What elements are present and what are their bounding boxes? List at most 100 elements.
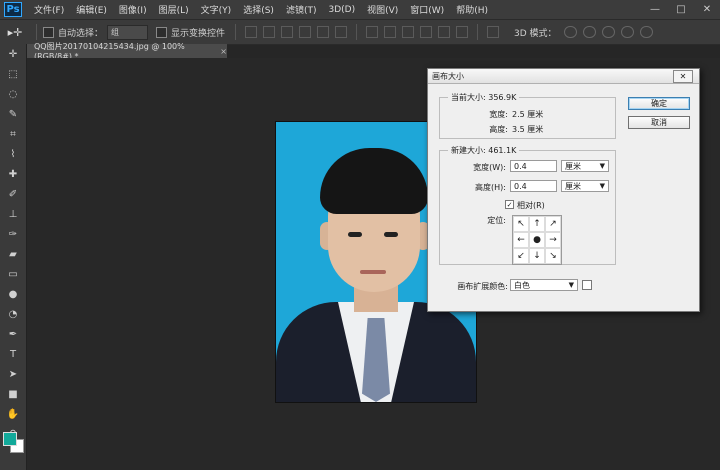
align-left-icon[interactable] xyxy=(299,26,312,38)
menu-filter[interactable]: 滤镜(T) xyxy=(280,3,323,16)
anchor-top-left[interactable]: ↖ xyxy=(513,216,529,232)
hand-tool-icon[interactable]: ✋ xyxy=(0,404,26,424)
auto-select-dropdown[interactable]: 组 xyxy=(107,24,149,40)
quick-select-tool-icon[interactable]: ✎ xyxy=(0,104,26,124)
lasso-tool-icon[interactable]: ◌ xyxy=(0,84,26,104)
canvas-size-dialog: 画布大小 ✕ 确定 取消 当前大小: 356.9K 宽度: 2.5 厘米 高度:… xyxy=(427,68,700,312)
new-size-label: 新建大小: 461.1K xyxy=(448,145,520,156)
width-unit-select[interactable]: 厘米 ▼ xyxy=(561,160,609,172)
menu-select[interactable]: 选择(S) xyxy=(237,3,280,16)
height-unit-value: 厘米 xyxy=(565,181,581,191)
align-hcenter-icon[interactable] xyxy=(317,26,330,38)
healing-brush-tool-icon[interactable]: ✚ xyxy=(0,164,26,184)
divider xyxy=(356,24,358,40)
distribute-bottom-icon[interactable] xyxy=(402,26,415,38)
auto-align-icon[interactable] xyxy=(487,26,500,38)
extension-color-select[interactable]: 白色 ▼ xyxy=(510,279,578,291)
current-height-label: 高度: xyxy=(489,125,508,134)
eraser-tool-icon[interactable]: ▰ xyxy=(0,244,26,264)
tools-panel: ✛ ⬚ ◌ ✎ ⌗ ⌇ ✚ ✐ ⊥ ✑ ▰ ▭ ● ◔ ✒ T ➤ ■ ✋ ⚲ xyxy=(0,44,27,470)
type-tool-icon[interactable]: T xyxy=(0,344,26,364)
cancel-button[interactable]: 取消 xyxy=(628,116,690,129)
distribute-top-icon[interactable] xyxy=(366,26,379,38)
menu-bar: Ps 文件(F) 编辑(E) 图像(I) 图层(L) 文字(Y) 选择(S) 滤… xyxy=(0,0,720,19)
width-input[interactable]: 0.4 xyxy=(510,160,557,172)
align-bottom-icon[interactable] xyxy=(281,26,294,38)
distribute-vcenter-icon[interactable] xyxy=(384,26,397,38)
photo-hair xyxy=(320,148,428,214)
3d-pan-icon[interactable] xyxy=(601,26,615,38)
divider xyxy=(235,24,237,40)
minimize-button[interactable]: — xyxy=(642,0,668,19)
menu-view[interactable]: 视图(V) xyxy=(361,3,404,16)
chevron-down-icon: ▼ xyxy=(599,162,605,170)
close-button[interactable]: ✕ xyxy=(694,0,720,19)
auto-select-checkbox[interactable] xyxy=(43,26,54,38)
brush-tool-icon[interactable]: ✐ xyxy=(0,184,26,204)
foreground-color-swatch[interactable] xyxy=(3,432,17,446)
distribute-right-icon[interactable] xyxy=(456,26,469,38)
anchor-right[interactable]: → xyxy=(545,232,561,248)
anchor-bottom[interactable]: ↓ xyxy=(529,248,545,264)
new-height-label: 高度(H): xyxy=(475,183,506,192)
dialog-close-button[interactable]: ✕ xyxy=(673,70,693,83)
divider xyxy=(477,24,479,40)
height-input[interactable]: 0.4 xyxy=(510,180,557,192)
document-tab[interactable]: QQ图片20170104215434.jpg @ 100%(RGB/8#) * … xyxy=(27,42,227,61)
extension-color-value: 白色 xyxy=(514,280,530,290)
current-height-value: 3.5 厘米 xyxy=(512,125,544,134)
dialog-title-bar[interactable]: 画布大小 ✕ xyxy=(428,69,699,84)
path-select-tool-icon[interactable]: ➤ xyxy=(0,364,26,384)
move-tool-icon[interactable]: ✛ xyxy=(0,44,26,64)
gradient-tool-icon[interactable]: ▭ xyxy=(0,264,26,284)
maximize-button[interactable]: □ xyxy=(668,0,694,19)
anchor-top[interactable]: ↑ xyxy=(529,216,545,232)
anchor-bottom-left[interactable]: ↙ xyxy=(513,248,529,264)
3d-rotate-icon[interactable] xyxy=(563,26,577,38)
show-transform-checkbox[interactable] xyxy=(156,26,168,38)
clone-stamp-tool-icon[interactable]: ⊥ xyxy=(0,204,26,224)
eyedropper-tool-icon[interactable]: ⌇ xyxy=(0,144,26,164)
photo-mouth xyxy=(360,270,386,274)
distribute-left-icon[interactable] xyxy=(420,26,433,38)
align-top-icon[interactable] xyxy=(245,26,258,38)
menu-edit[interactable]: 编辑(E) xyxy=(70,3,113,16)
pen-tool-icon[interactable]: ✒ xyxy=(0,324,26,344)
current-size-label: 当前大小: 356.9K xyxy=(448,92,520,103)
menu-type[interactable]: 文字(Y) xyxy=(195,3,238,16)
relative-checkbox[interactable]: ✓ xyxy=(505,200,514,209)
marquee-tool-icon[interactable]: ⬚ xyxy=(0,64,26,84)
menu-3d[interactable]: 3D(D) xyxy=(322,5,361,15)
photo-eye xyxy=(348,232,362,237)
distribute-hcenter-icon[interactable] xyxy=(438,26,451,38)
anchor-left[interactable]: ← xyxy=(513,232,529,248)
close-tab-icon[interactable]: × xyxy=(220,47,227,56)
photoshop-logo: Ps xyxy=(4,2,22,17)
menu-window[interactable]: 窗口(W) xyxy=(404,3,450,16)
move-tool-preset-icon[interactable]: ▸✛ xyxy=(0,26,30,39)
blur-tool-icon[interactable]: ● xyxy=(0,284,26,304)
dialog-title: 画布大小 xyxy=(432,71,464,81)
shape-tool-icon[interactable]: ■ xyxy=(0,384,26,404)
menu-layer[interactable]: 图层(L) xyxy=(153,3,195,16)
height-unit-select[interactable]: 厘米 ▼ xyxy=(561,180,609,192)
history-brush-tool-icon[interactable]: ✑ xyxy=(0,224,26,244)
anchor-center[interactable]: ● xyxy=(529,232,545,248)
align-vcenter-icon[interactable] xyxy=(263,26,276,38)
dodge-tool-icon[interactable]: ◔ xyxy=(0,304,26,324)
3d-slide-icon[interactable] xyxy=(620,26,634,38)
3d-scale-icon[interactable] xyxy=(639,26,653,38)
menu-file[interactable]: 文件(F) xyxy=(28,3,70,16)
3d-roll-icon[interactable] xyxy=(582,26,596,38)
anchor-bottom-right[interactable]: ↘ xyxy=(545,248,561,264)
new-width-label: 宽度(W): xyxy=(473,163,506,172)
menu-image[interactable]: 图像(I) xyxy=(113,3,153,16)
align-right-icon[interactable] xyxy=(335,26,348,38)
extension-color-swatch[interactable] xyxy=(582,280,592,290)
chevron-down-icon: ▼ xyxy=(568,281,574,289)
crop-tool-icon[interactable]: ⌗ xyxy=(0,124,26,144)
anchor-top-right[interactable]: ↗ xyxy=(545,216,561,232)
menu-help[interactable]: 帮助(H) xyxy=(450,3,494,16)
ok-button[interactable]: 确定 xyxy=(628,97,690,110)
divider xyxy=(36,24,37,40)
